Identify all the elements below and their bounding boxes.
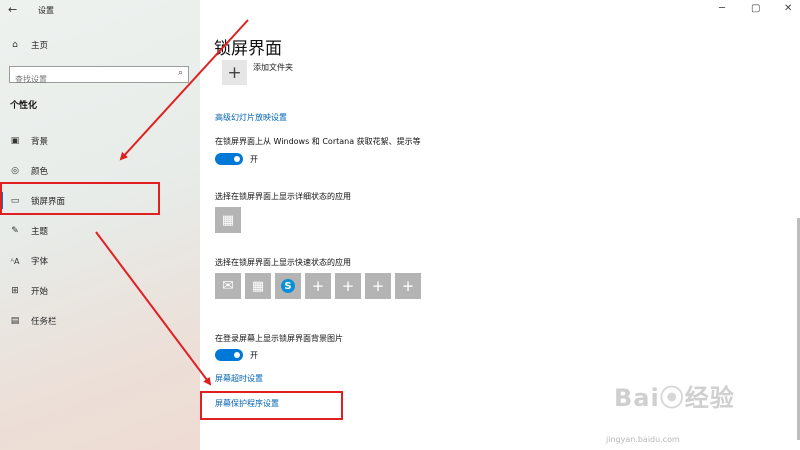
screen-timeout-link[interactable]: 屏幕超时设置 <box>215 373 263 384</box>
detailed-status-app-tile[interactable]: ▦ <box>215 207 241 233</box>
skype-icon: S <box>281 279 295 293</box>
fun-facts-toggle[interactable] <box>215 153 243 165</box>
sidebar-item-start[interactable]: ⊞ 开始 <box>0 278 200 304</box>
sidebar-item-label: 任务栏 <box>31 317 57 327</box>
sidebar-item-fonts[interactable]: ᴬA 字体 <box>0 248 200 274</box>
sidebar-item-label: 字体 <box>31 257 49 267</box>
watermark-url: jingyan.baidu.com <box>606 435 680 444</box>
app-title: 设置 <box>38 6 54 15</box>
home-icon: ⌂ <box>12 40 18 50</box>
calendar-icon: ▦ <box>221 212 235 228</box>
quick-status-label: 选择在锁屏界面上显示快速状态的应用 <box>215 258 351 267</box>
plus-icon: + <box>341 277 355 295</box>
main-content: ─ ▢ ✕ 锁屏界面 + 添加文件夹 高级幻灯片放映设置 在锁屏界面上从 Win… <box>200 0 800 450</box>
quick-status-add-tile[interactable]: + <box>305 273 331 299</box>
signin-background-state: 开 <box>250 351 258 360</box>
sidebar-item-colors[interactable]: ◎ 颜色 <box>0 158 200 184</box>
search-box[interactable]: ⌕ <box>9 66 189 87</box>
detailed-status-label: 选择在锁屏界面上显示详细状态的应用 <box>215 192 351 201</box>
font-icon: ᴬA <box>10 256 20 266</box>
fun-facts-label: 在锁屏界面上从 Windows 和 Cortana 获取花絮、提示等 <box>215 137 421 146</box>
sidebar: ← 设置 ⌂ 主页 ⌕ 个性化 ▣ 背景 ◎ 颜色 ▭ 锁屏界面 ✎ 主题 ᴬA… <box>0 0 200 450</box>
image-icon: ▣ <box>10 136 20 146</box>
sidebar-item-label: 背景 <box>31 137 49 147</box>
plus-icon: + <box>227 62 242 83</box>
quick-status-app-tile[interactable]: ✉ <box>215 273 241 299</box>
annotation-box-lockscreen <box>0 182 160 215</box>
quick-status-add-tile[interactable]: + <box>395 273 421 299</box>
palette-icon: ◎ <box>11 166 19 176</box>
add-folder-label[interactable]: 添加文件夹 <box>253 62 293 73</box>
sidebar-item-label: 颜色 <box>31 167 49 177</box>
sidebar-item-themes[interactable]: ✎ 主题 <box>0 218 200 244</box>
sidebar-item-label: 开始 <box>31 287 49 297</box>
quick-status-app-tile[interactable]: ▦ <box>245 273 271 299</box>
maximize-icon[interactable]: ▢ <box>751 3 760 14</box>
brush-icon: ✎ <box>11 226 19 236</box>
signin-background-toggle[interactable] <box>215 349 243 361</box>
minimize-icon[interactable]: ─ <box>719 3 725 14</box>
sidebar-item-background[interactable]: ▣ 背景 <box>0 128 200 154</box>
calendar-icon: ▦ <box>251 278 265 294</box>
section-title: 个性化 <box>10 101 38 111</box>
fun-facts-state: 开 <box>250 155 258 164</box>
page-title: 锁屏界面 <box>214 39 282 59</box>
back-arrow-icon[interactable]: ← <box>8 3 17 16</box>
add-folder-button[interactable]: + <box>222 60 247 85</box>
baidu-watermark-logo: Bai⦿经验 <box>614 384 735 412</box>
sidebar-item-label: 主题 <box>31 227 49 237</box>
home-label: 主页 <box>31 41 49 51</box>
search-icon[interactable]: ⌕ <box>178 68 183 78</box>
close-icon[interactable]: ✕ <box>784 3 792 14</box>
quick-status-add-tile[interactable]: + <box>365 273 391 299</box>
quick-status-add-tile[interactable]: + <box>335 273 361 299</box>
mail-icon: ✉ <box>222 278 234 294</box>
sidebar-item-taskbar[interactable]: ▤ 任务栏 <box>0 308 200 334</box>
start-icon: ⊞ <box>11 286 19 296</box>
taskbar-icon: ▤ <box>10 316 20 326</box>
home-nav-item[interactable]: ⌂ 主页 <box>0 32 200 58</box>
search-input[interactable] <box>10 72 175 87</box>
slideshow-settings-link[interactable]: 高级幻灯片放映设置 <box>215 112 287 123</box>
quick-status-app-tile[interactable]: S <box>275 273 301 299</box>
plus-icon: + <box>401 277 415 295</box>
plus-icon: + <box>371 277 385 295</box>
annotation-box-screensaver <box>200 391 343 420</box>
plus-icon: + <box>311 277 325 295</box>
signin-background-label: 在登录屏幕上显示锁屏界面背景图片 <box>215 334 343 343</box>
